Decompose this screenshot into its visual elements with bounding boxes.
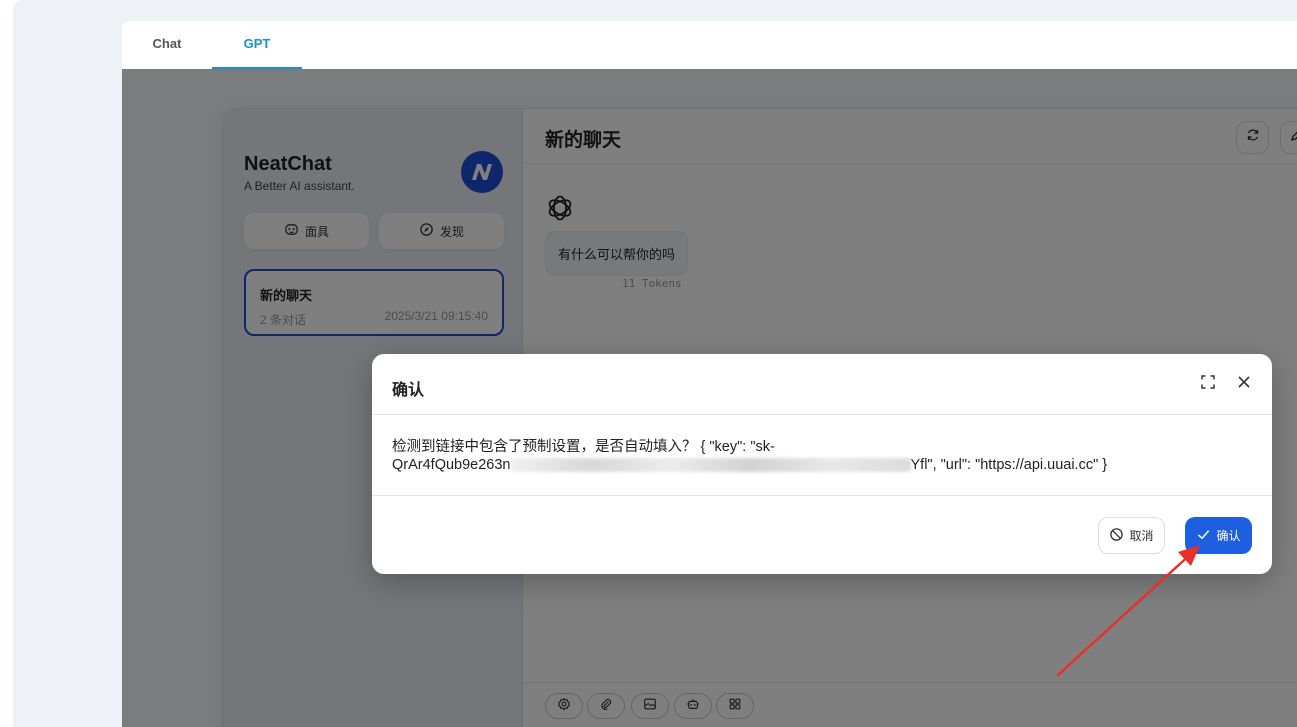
confirm-label: 确认 <box>1216 529 1241 543</box>
dialog-footer: 取消 确认 <box>372 495 1272 574</box>
tab-gpt[interactable]: GPT <box>212 21 302 69</box>
cancel-label: 取消 <box>1129 529 1154 543</box>
confirm-dialog: 确认 检测到链接中包含了预制设置，是否自动填入？ { "key": "sk- Q… <box>372 354 1272 574</box>
check-icon <box>1196 527 1211 545</box>
confirm-button[interactable]: 确认 <box>1185 517 1252 554</box>
dialog-message-line2: QrAr4fQub9e263n Yfl", "url": "https://api… <box>392 456 1252 474</box>
tab-bar: Chat GPT <box>122 21 1297 69</box>
close-icon[interactable] <box>1234 372 1254 392</box>
tab-chat[interactable]: Chat <box>122 21 212 69</box>
cancel-button[interactable]: 取消 <box>1098 517 1165 554</box>
api-key-suffix-url: Yfl", "url": "https://api.uuai.cc" } <box>910 457 1108 473</box>
dialog-header: 确认 <box>372 354 1272 415</box>
redacted-key <box>510 458 911 473</box>
dialog-message: 检测到链接中包含了预制设置，是否自动填入？ { "key": "sk- QrAr… <box>392 438 1252 474</box>
block-icon <box>1109 527 1124 545</box>
dialog-title: 确认 <box>392 382 425 399</box>
dialog-message-line1: 检测到链接中包含了预制设置，是否自动填入？ { "key": "sk- <box>392 439 775 455</box>
maximize-icon[interactable] <box>1198 372 1218 392</box>
api-key-prefix: QrAr4fQub9e263n <box>392 457 511 473</box>
